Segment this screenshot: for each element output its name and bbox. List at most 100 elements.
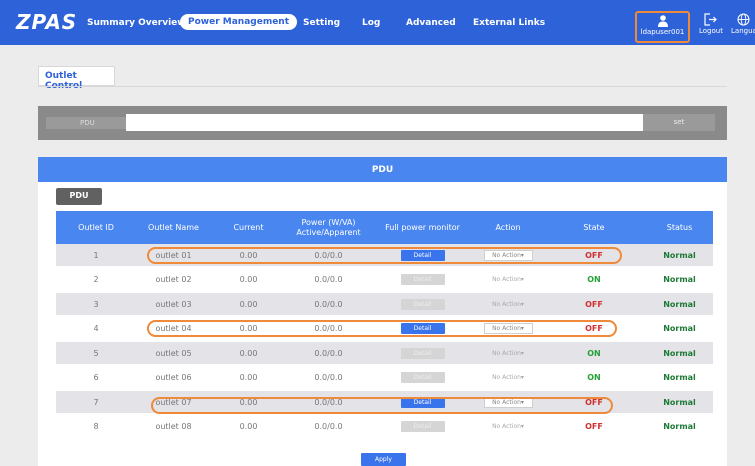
action-cell: No Action ▾: [474, 244, 542, 266]
current-cell: 0.00: [239, 397, 258, 407]
detail-button[interactable]: Detail: [400, 323, 445, 334]
chevron-down-icon: ▾: [520, 276, 524, 283]
action-cell: No Action ▾: [474, 391, 542, 413]
detail-cell: Detail: [371, 244, 474, 266]
state-cell: OFF: [585, 397, 603, 407]
current-cell: 0.00: [239, 348, 258, 358]
current-cell: 0.00: [239, 275, 258, 284]
nav-advanced[interactable]: Advanced: [406, 18, 456, 28]
chevron-down-icon: ▾: [520, 398, 524, 406]
state-cell: ON: [587, 275, 601, 284]
language-button[interactable]: Langua: [731, 13, 755, 35]
power-cell: 0.0/0.0: [314, 397, 343, 407]
nav-external-links[interactable]: External Links: [473, 18, 545, 28]
nav-summary-overview[interactable]: Summary Overview: [87, 18, 186, 28]
detail-cell: Detail: [371, 391, 474, 413]
state-cell: OFF: [585, 422, 603, 431]
status-cell: Normal: [663, 324, 696, 333]
action-select-value: No Action: [492, 374, 521, 381]
pdu-chip[interactable]: PDU: [56, 188, 102, 205]
action-cell: No Action ▾: [474, 318, 542, 340]
power-cell: 0.0/0.0: [314, 348, 343, 358]
action-select-value: No Action: [492, 398, 521, 406]
power-cell: 0.0/0.0: [314, 373, 343, 382]
nav-log[interactable]: Log: [362, 18, 380, 28]
detail-button: Detail: [400, 421, 445, 432]
outlet-name-cell: outlet 01: [155, 250, 192, 260]
state-cell: ON: [587, 348, 601, 358]
nav-setting[interactable]: Setting: [303, 18, 340, 28]
action-cell: No Action ▾: [474, 293, 542, 315]
outlet-id-cell: 1: [93, 250, 99, 260]
pdu-selector-button[interactable]: set: [643, 114, 715, 131]
col-status: Status: [666, 222, 693, 232]
action-cell: No Action ▾: [474, 416, 542, 438]
detail-button: Detail: [400, 298, 445, 310]
table-row: 2 outlet 02 0.00 0.0/0.0 Detail No Action ▾ ON…: [56, 268, 713, 291]
nav-power-management[interactable]: Power Management: [180, 14, 298, 30]
logout-button[interactable]: Logout: [699, 13, 723, 35]
state-cell: OFF: [585, 299, 603, 309]
current-cell: 0.00: [239, 373, 258, 382]
status-cell: Normal: [663, 422, 696, 431]
action-select[interactable]: No Action ▾: [483, 396, 533, 408]
outlet-name-cell: outlet 07: [155, 397, 192, 407]
action-select: No Action ▾: [484, 274, 533, 285]
table-row: 6 outlet 06 0.00 0.0/0.0 Detail No Action ▾ ON…: [56, 366, 713, 389]
table-row: 7 outlet 07 0.00 0.0/0.0 Detail No Action ▾ OF…: [56, 391, 713, 413]
detail-cell: Detail: [371, 416, 474, 438]
power-cell: 0.0/0.0: [314, 275, 343, 284]
action-select-value: No Action: [492, 276, 521, 283]
outlet-name-cell: outlet 05: [155, 348, 192, 358]
table-row: 4 outlet 04 0.00 0.0/0.0 Detail No Action ▾ OF…: [56, 317, 713, 340]
table-row: 8 outlet 08 0.00 0.0/0.0 Detail No Action ▾ OF…: [56, 415, 713, 438]
status-cell: Normal: [663, 397, 696, 407]
state-cell: ON: [587, 373, 601, 382]
outlet-name-cell: outlet 03: [155, 299, 192, 309]
chevron-down-icon: ▾: [520, 325, 524, 332]
status-cell: Normal: [663, 275, 696, 284]
detail-cell: Detail: [371, 318, 474, 340]
action-select-value: No Action: [492, 251, 521, 259]
chevron-down-icon: ▾: [520, 251, 524, 259]
detail-cell: Detail: [371, 269, 474, 291]
detail-button[interactable]: Detail: [400, 396, 445, 408]
action-cell: No Action ▾: [474, 269, 542, 291]
logout-icon: [704, 13, 718, 26]
table-row: 3 outlet 03 0.00 0.0/0.0 Detail No Action ▾ OF…: [56, 293, 713, 315]
detail-button[interactable]: Detail: [400, 249, 445, 261]
detail-button: Detail: [400, 372, 445, 383]
action-select[interactable]: No Action ▾: [483, 323, 533, 334]
detail-cell: Detail: [371, 293, 474, 315]
user-account-button[interactable]: ldapuser001: [635, 11, 690, 43]
state-cell: OFF: [585, 250, 603, 260]
top-navigation-bar: ZPAS Summary Overview Power Management S…: [0, 0, 755, 45]
outlet-id-cell: 6: [93, 373, 99, 382]
outlet-id-cell: 2: [93, 275, 99, 284]
col-power-line1: Power (W/VA): [301, 217, 356, 227]
outlet-id-cell: 4: [93, 324, 99, 333]
status-cell: Normal: [663, 373, 696, 382]
outlet-id-cell: 8: [93, 422, 99, 431]
current-cell: 0.00: [239, 324, 258, 333]
logout-label: Logout: [699, 27, 723, 35]
action-select: No Action ▾: [484, 372, 533, 383]
zpas-logo: ZPAS: [16, 10, 78, 34]
pdu-section-header: PDU: [38, 157, 727, 182]
current-cell: 0.00: [239, 299, 258, 309]
action-select: No Action ▾: [484, 348, 533, 359]
tab-outlet-control[interactable]: Outlet Control: [38, 66, 115, 91]
globe-icon: [737, 13, 750, 26]
language-label: Langua: [731, 27, 755, 35]
action-select[interactable]: No Action ▾: [483, 249, 533, 261]
status-cell: Normal: [663, 250, 696, 260]
pdu-selector-field[interactable]: [126, 114, 643, 131]
outlet-id-cell: 3: [93, 299, 99, 309]
apply-button[interactable]: Apply: [361, 453, 406, 466]
action-select-value: No Action: [492, 325, 521, 332]
table-row: 1 outlet 01 0.00 0.0/0.0 Detail No Action ▾ OF…: [56, 244, 713, 266]
outlet-name-cell: outlet 02: [155, 275, 192, 284]
outlet-name-cell: outlet 06: [155, 373, 192, 382]
action-select-value: No Action: [492, 300, 521, 308]
outlet-table-header: Outlet ID Outlet Name Current Power (W/V…: [56, 211, 713, 244]
